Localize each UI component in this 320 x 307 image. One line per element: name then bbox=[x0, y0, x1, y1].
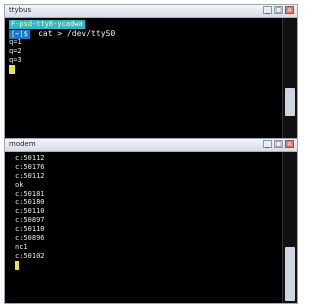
top-scroll-thumb[interactable] bbox=[285, 88, 295, 116]
output-line: c:50896 bbox=[15, 234, 45, 243]
bottom-scroll-thumb[interactable] bbox=[285, 247, 295, 301]
minimize-button[interactable]: _ bbox=[263, 140, 272, 148]
maximize-button[interactable]: □ bbox=[274, 6, 283, 14]
output-line: c:50176 bbox=[15, 162, 45, 171]
close-button[interactable]: × bbox=[285, 6, 294, 14]
top-terminal-window[interactable]: ttybus _ □ × F-psd-tty8-ycadwa [~]$ cat … bbox=[4, 4, 298, 155]
banner-line: F-psd-tty8-ycadwa bbox=[9, 20, 279, 29]
output-line: c:50112 bbox=[15, 154, 45, 162]
bottom-window-titlebar[interactable]: modem _ □ × bbox=[5, 139, 297, 152]
bottom-window-title: modem bbox=[9, 140, 36, 148]
banner-text: F-psd-tty8-ycadwa bbox=[9, 20, 85, 29]
terminal-cursor bbox=[9, 65, 15, 74]
bottom-window-controls: _ □ × bbox=[263, 140, 294, 148]
command-line: [~]$ cat > /dev/ttyS0 bbox=[9, 29, 279, 39]
output-line: c:50110 bbox=[15, 207, 45, 216]
output-line: c:50897 bbox=[15, 216, 45, 225]
minimize-button[interactable]: _ bbox=[263, 6, 272, 14]
output-line: c:50110 bbox=[15, 225, 45, 234]
bottom-scrollbar[interactable] bbox=[282, 152, 297, 303]
top-scrollbar[interactable] bbox=[282, 18, 297, 154]
top-window-title: ttybus bbox=[9, 6, 32, 14]
top-window-titlebar[interactable]: ttybus _ □ × bbox=[5, 5, 297, 18]
output-line: c:50181 bbox=[15, 189, 45, 198]
output-line: c:50102 bbox=[15, 251, 45, 260]
cursor-line bbox=[9, 65, 279, 74]
top-window-controls: _ □ × bbox=[263, 6, 294, 14]
output-line: c:50112 bbox=[15, 171, 45, 180]
output-line: q=3 bbox=[9, 56, 22, 64]
output-line: ok bbox=[15, 180, 24, 189]
output-line: q=1 bbox=[9, 38, 22, 46]
output-line: c:50180 bbox=[15, 198, 45, 207]
top-terminal-output[interactable]: F-psd-tty8-ycadwa [~]$ cat > /dev/ttyS0 … bbox=[5, 18, 283, 154]
bottom-terminal-output[interactable]: c:50112 c:50176 c:50112 ok c:50181 c:501… bbox=[5, 152, 283, 303]
close-button[interactable]: × bbox=[285, 140, 294, 148]
maximize-button[interactable]: □ bbox=[274, 140, 283, 148]
terminal-cursor bbox=[15, 260, 19, 270]
bottom-terminal-window[interactable]: modem _ □ × c:50112 c:50176 c:50112 ok c… bbox=[4, 138, 298, 304]
output-line: nc1 bbox=[15, 242, 28, 251]
cursor-line bbox=[9, 260, 279, 270]
command-text: cat > /dev/ttyS0 bbox=[38, 29, 116, 38]
output-line: q=2 bbox=[9, 47, 22, 55]
